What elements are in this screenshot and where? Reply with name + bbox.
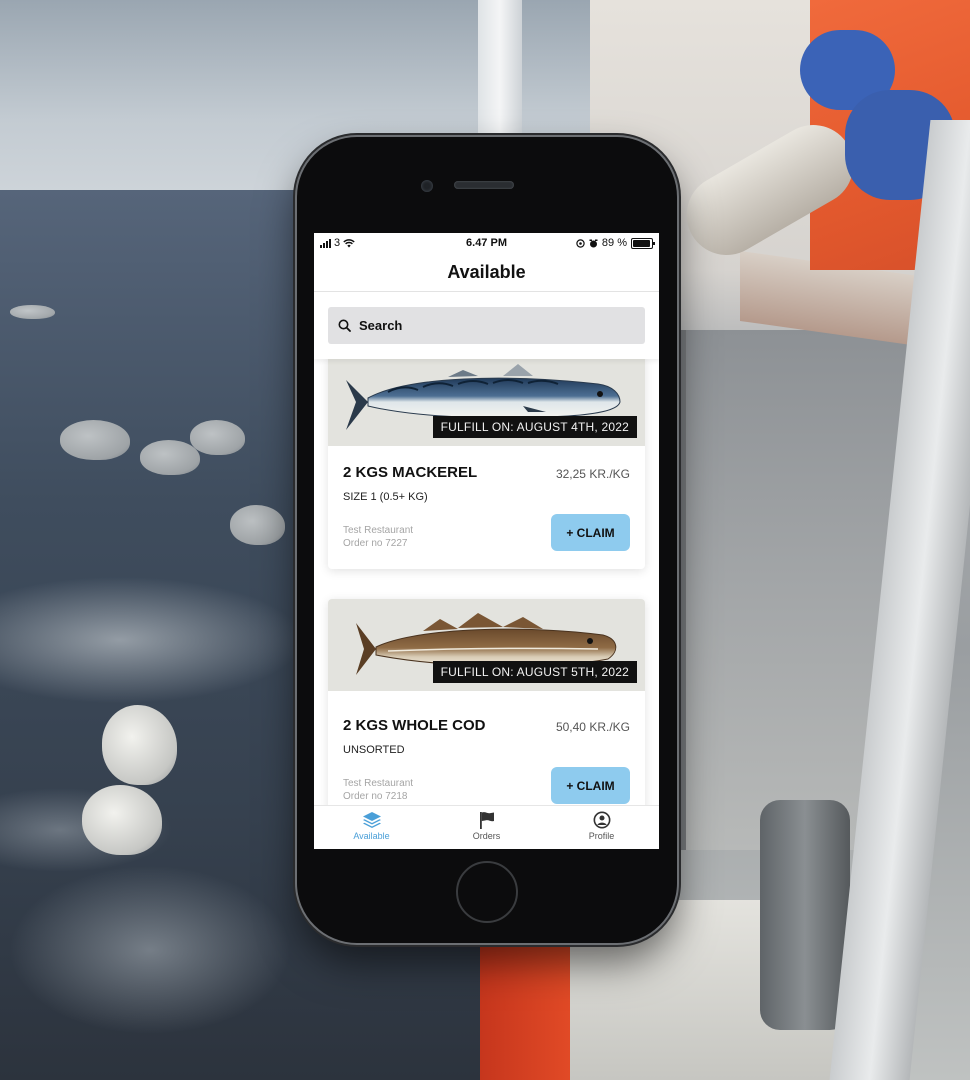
seabird xyxy=(190,420,245,455)
order-price: 50,40 KR./KG xyxy=(555,720,630,734)
layers-icon xyxy=(362,812,381,828)
home-button[interactable] xyxy=(456,861,518,923)
tab-label: Profile xyxy=(588,831,615,841)
tab-label: Orders xyxy=(472,831,501,841)
fulfill-date-badge: FULFILL ON: AUGUST 5TH, 2022 xyxy=(432,661,637,683)
restaurant-name: Test Restaurant xyxy=(343,778,414,789)
tab-profile[interactable]: Profile xyxy=(544,806,659,849)
order-number: Order no 7227 xyxy=(343,538,408,549)
seabird xyxy=(230,505,285,545)
claim-button[interactable]: + CLAIM xyxy=(551,767,630,804)
tab-orders[interactable]: Orders xyxy=(429,806,544,849)
front-camera xyxy=(421,180,433,192)
earpiece-speaker xyxy=(454,181,514,189)
phone-mockup: 3 6.47 PM 89 % Available Search FULFILL … xyxy=(297,137,677,943)
order-size: UNSORTED xyxy=(343,744,405,756)
seabird xyxy=(60,420,130,460)
page-title: Available xyxy=(314,257,659,292)
mast xyxy=(478,0,522,140)
order-size: SIZE 1 (0.5+ KG) xyxy=(343,491,428,503)
status-right: 89 % xyxy=(576,237,655,249)
product-image-mackerel: FULFILL ON: AUGUST 4TH, 2022 xyxy=(328,359,645,446)
search-bar[interactable] xyxy=(328,307,645,344)
orders-list[interactable]: FULFILL ON: AUGUST 4TH, 2022 2 KGS MACKE… xyxy=(314,359,659,805)
fulfill-date-badge: FULFILL ON: AUGUST 4TH, 2022 xyxy=(432,416,637,438)
product-image-cod: FULFILL ON: AUGUST 5TH, 2022 xyxy=(328,599,645,691)
search-bar-container xyxy=(314,293,659,359)
order-card[interactable]: FULFILL ON: AUGUST 4TH, 2022 2 KGS MACKE… xyxy=(328,359,645,569)
search-icon xyxy=(338,319,351,332)
tab-available[interactable]: Available xyxy=(314,806,429,849)
user-circle-icon xyxy=(593,811,610,829)
seabird xyxy=(140,440,200,475)
location-icon xyxy=(576,238,585,248)
seabird xyxy=(10,305,55,319)
order-number: Order no 7218 xyxy=(343,791,408,802)
search-input[interactable] xyxy=(357,317,621,334)
tab-bar: Available Orders Profile xyxy=(314,805,659,849)
restaurant-name: Test Restaurant xyxy=(343,525,414,536)
tab-label: Available xyxy=(353,831,390,841)
app-screen: 3 6.47 PM 89 % Available Search FULFILL … xyxy=(314,233,659,849)
seabird xyxy=(82,785,162,855)
order-title: 2 KGS MACKEREL xyxy=(343,464,478,481)
claim-button[interactable]: + CLAIM xyxy=(551,514,630,551)
red-hull xyxy=(480,940,570,1080)
status-bar: 3 6.47 PM 89 % xyxy=(314,233,659,255)
seabird xyxy=(102,705,177,785)
battery-icon xyxy=(631,237,655,249)
battery-percent: 89 % xyxy=(601,237,627,249)
bollard xyxy=(760,800,850,1030)
order-card[interactable]: FULFILL ON: AUGUST 5TH, 2022 2 KGS WHOLE… xyxy=(328,599,645,805)
flag-icon xyxy=(479,812,494,829)
order-price: 32,25 KR./KG xyxy=(555,467,630,481)
alarm-icon xyxy=(589,239,598,247)
order-title: 2 KGS WHOLE COD xyxy=(343,717,486,734)
